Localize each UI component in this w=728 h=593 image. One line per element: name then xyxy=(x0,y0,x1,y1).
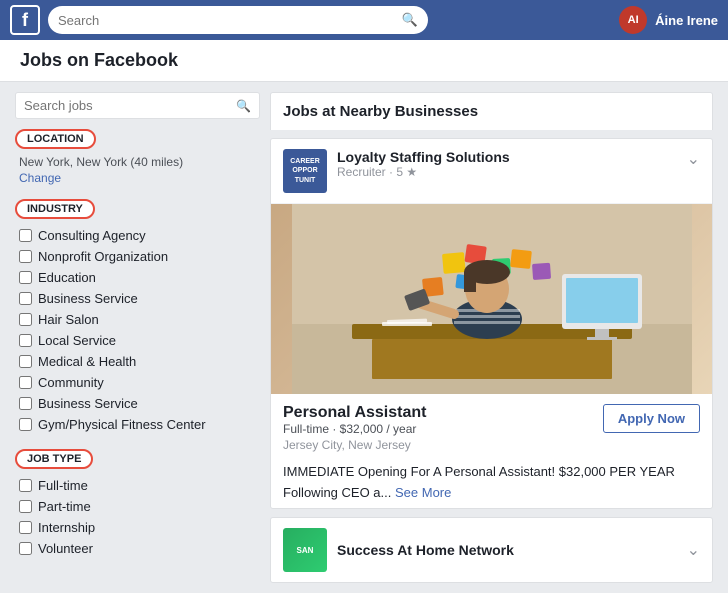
industry-checkbox-list: Consulting Agency Nonprofit Organization… xyxy=(15,225,260,435)
company-logo-2: SAN xyxy=(283,528,327,572)
page-header: Jobs on Facebook xyxy=(0,40,728,82)
job-type-fulltime[interactable] xyxy=(19,479,32,492)
nav-right-section: AI Áine Irene xyxy=(619,6,718,34)
location-text: New York, New York (40 miles) xyxy=(15,155,260,169)
job-card-2-header: SAN Success At Home Network ⌄ xyxy=(271,518,712,582)
user-name: Áine Irene xyxy=(655,13,718,28)
jobs-search-input[interactable] xyxy=(24,98,231,113)
job-title-row: Personal Assistant Full-time · $32,000 /… xyxy=(283,404,700,460)
industry-item-label: Education xyxy=(38,270,96,285)
list-item[interactable]: Business Service xyxy=(15,393,260,414)
job-type-volunteer[interactable] xyxy=(19,542,32,555)
global-search-bar[interactable]: 🔍 xyxy=(48,6,428,34)
industry-checkbox-education[interactable] xyxy=(19,271,32,284)
industry-checkbox-consulting[interactable] xyxy=(19,229,32,242)
company-name-2: Success At Home Network xyxy=(337,542,677,558)
page-title: Jobs on Facebook xyxy=(20,50,178,70)
list-item[interactable]: Gym/Physical Fitness Center xyxy=(15,414,260,435)
sidebar: 🔍 LOCATION New York, New York (40 miles)… xyxy=(15,92,260,583)
job-type-label: JOB TYPE xyxy=(15,449,93,469)
industry-checkbox-hair-salon[interactable] xyxy=(19,313,32,326)
job-location: Jersey City, New Jersey xyxy=(283,438,426,452)
list-item[interactable]: Hair Salon xyxy=(15,309,260,330)
list-item[interactable]: Local Service xyxy=(15,330,260,351)
job-title: Personal Assistant xyxy=(283,404,426,422)
company-meta: Recruiter · 5 ★ xyxy=(337,165,677,179)
job-description-truncated: Following CEO a... See More xyxy=(283,485,700,500)
industry-item-label: Medical & Health xyxy=(38,354,136,369)
list-item[interactable]: Education xyxy=(15,267,260,288)
list-item[interactable]: Internship xyxy=(15,517,260,538)
list-item[interactable]: Part-time xyxy=(15,496,260,517)
list-item[interactable]: Community xyxy=(15,372,260,393)
industry-item-label: Local Service xyxy=(38,333,116,348)
list-item[interactable]: Consulting Agency xyxy=(15,225,260,246)
industry-item-label: Consulting Agency xyxy=(38,228,146,243)
industry-filter: INDUSTRY Consulting Agency Nonprofit Org… xyxy=(15,199,260,435)
industry-item-label: Hair Salon xyxy=(38,312,99,327)
job-type-internship[interactable] xyxy=(19,521,32,534)
industry-checkbox-community[interactable] xyxy=(19,376,32,389)
industry-label: INDUSTRY xyxy=(15,199,95,219)
industry-checkbox-nonprofit[interactable] xyxy=(19,250,32,263)
industry-item-label: Community xyxy=(38,375,104,390)
job-details: Personal Assistant Full-time · $32,000 /… xyxy=(271,394,712,508)
location-label: LOCATION xyxy=(15,129,96,149)
list-item[interactable]: Nonprofit Organization xyxy=(15,246,260,267)
job-card-header: CAREEROPPORTUNIT Loyalty Staffing Soluti… xyxy=(271,139,712,204)
job-type-item-label: Volunteer xyxy=(38,541,93,556)
job-type-filter: JOB TYPE Full-time Part-time Internship xyxy=(15,449,260,559)
jobs-section-header: Jobs at Nearby Businesses xyxy=(270,92,713,130)
job-card-1: CAREEROPPORTUNIT Loyalty Staffing Soluti… xyxy=(270,138,713,509)
job-image-svg xyxy=(292,204,692,394)
list-item[interactable]: Full-time xyxy=(15,475,260,496)
search-icon: 🔍 xyxy=(402,12,418,28)
job-type-salary: Full-time · $32,000 / year xyxy=(283,422,426,436)
industry-item-label: Nonprofit Organization xyxy=(38,249,168,264)
industry-item-label: Gym/Physical Fitness Center xyxy=(38,417,206,432)
job-type-parttime[interactable] xyxy=(19,500,32,513)
list-item[interactable]: Medical & Health xyxy=(15,351,260,372)
chevron-down-icon-2[interactable]: ⌄ xyxy=(687,540,700,560)
list-item[interactable]: Volunteer xyxy=(15,538,260,559)
job-description: IMMEDIATE Opening For A Personal Assista… xyxy=(283,463,700,481)
job-type-item-label: Full-time xyxy=(38,478,88,493)
job-image xyxy=(271,204,712,394)
location-filter: LOCATION New York, New York (40 miles) C… xyxy=(15,129,260,185)
industry-checkbox-gym[interactable] xyxy=(19,418,32,431)
location-change-link[interactable]: Change xyxy=(15,171,260,185)
avatar: AI xyxy=(619,6,647,34)
jobs-search-bar[interactable]: 🔍 xyxy=(15,92,260,119)
company-info: Loyalty Staffing Solutions Recruiter · 5… xyxy=(337,149,677,179)
job-info-left: Personal Assistant Full-time · $32,000 /… xyxy=(283,404,426,460)
facebook-logo-icon: f xyxy=(10,5,40,35)
main-content: Jobs at Nearby Businesses CAREEROPPORTUN… xyxy=(270,92,713,583)
company-logo: CAREEROPPORTUNIT xyxy=(283,149,327,193)
job-description-preview: Following CEO a... xyxy=(283,485,391,500)
industry-item-label: Business Service xyxy=(38,291,138,306)
industry-checkbox-business-service[interactable] xyxy=(19,292,32,305)
apply-now-button[interactable]: Apply Now xyxy=(603,404,700,433)
list-item[interactable]: Business Service xyxy=(15,288,260,309)
company-name: Loyalty Staffing Solutions xyxy=(337,149,677,165)
top-navigation: f 🔍 AI Áine Irene xyxy=(0,0,728,40)
industry-checkbox-medical[interactable] xyxy=(19,355,32,368)
job-type-item-label: Part-time xyxy=(38,499,91,514)
global-search-input[interactable] xyxy=(58,13,396,28)
industry-checkbox-business-service-2[interactable] xyxy=(19,397,32,410)
job-card-2: SAN Success At Home Network ⌄ xyxy=(270,517,713,583)
job-type-item-label: Internship xyxy=(38,520,95,535)
see-more-link[interactable]: See More xyxy=(395,485,451,500)
job-type-checkbox-list: Full-time Part-time Internship Volunteer xyxy=(15,475,260,559)
industry-item-label: Business Service xyxy=(38,396,138,411)
company-info-2: Success At Home Network xyxy=(337,542,677,558)
industry-checkbox-local-service[interactable] xyxy=(19,334,32,347)
chevron-down-icon[interactable]: ⌄ xyxy=(687,149,700,169)
jobs-search-icon: 🔍 xyxy=(236,99,251,113)
